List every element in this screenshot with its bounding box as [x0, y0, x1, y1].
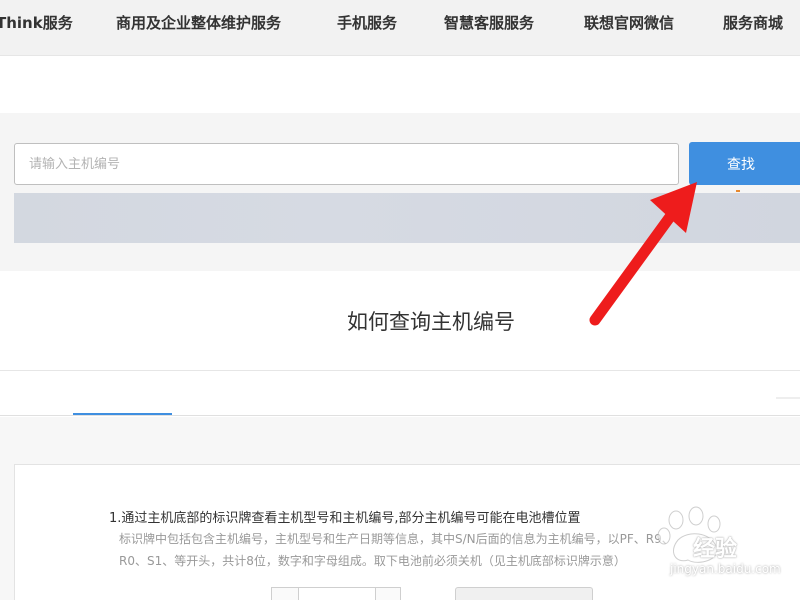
step-title: 1.通过主机底部的标识牌查看主机型号和主机编号,部分主机编号可能在电池槽位置	[109, 511, 581, 526]
nav-item-wechat[interactable]: 联想官网微信	[584, 12, 674, 33]
tabs-bar	[0, 370, 800, 416]
nav-item-business-service[interactable]: 商用及企业整体维护服务	[116, 12, 281, 33]
stepper-field[interactable]	[298, 588, 376, 600]
arrow-shaft	[589, 204, 681, 326]
watermark-url: jingyan.baidu.com	[670, 562, 781, 576]
nav-item-phone-service[interactable]: 手机服务	[337, 12, 397, 33]
divider-mark	[776, 397, 800, 399]
watermark-text: 经验	[693, 537, 738, 562]
nav-item-smart-support[interactable]: 智慧客服服务	[444, 12, 534, 33]
nav-item-think-service[interactable]: Think服务	[0, 12, 73, 33]
nav-item-service-mall[interactable]: 服务商城	[723, 12, 783, 33]
partial-select-control[interactable]	[455, 587, 593, 600]
top-nav: Think服务 商用及企业整体维护服务 手机服务 智慧客服服务 联想官网微信 服…	[0, 0, 800, 56]
tab-active-indicator[interactable]	[73, 413, 172, 415]
orange-mark	[736, 190, 740, 192]
red-arrow-annotation	[589, 182, 697, 326]
partial-stepper-control[interactable]	[271, 587, 401, 600]
